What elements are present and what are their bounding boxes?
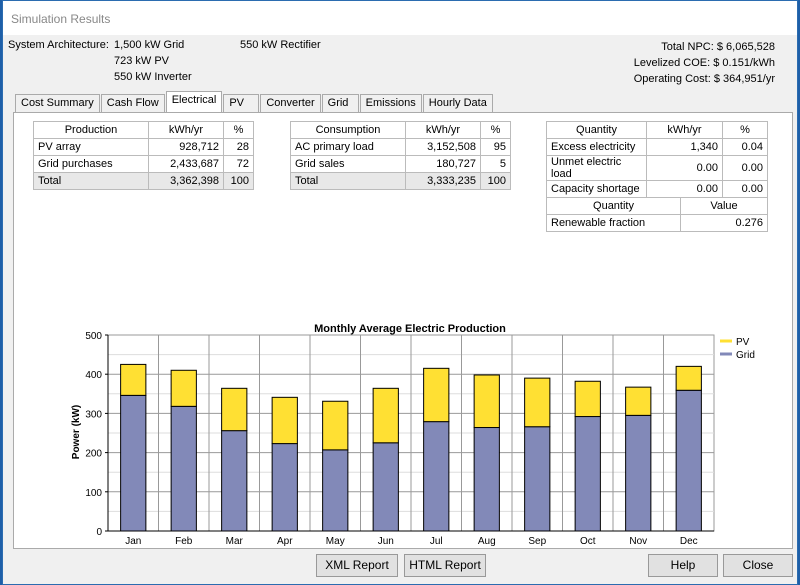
bar-pv-oct <box>574 380 601 418</box>
value: $ 0.151/kWh <box>713 57 775 69</box>
title-bar: Simulation Results <box>3 1 797 35</box>
tab-pv[interactable]: PV <box>223 94 260 112</box>
bar-pv-jan <box>120 363 147 396</box>
y-tick-label: 300 <box>85 409 102 420</box>
bar-grid-sep <box>524 426 551 532</box>
bar-grid-oct <box>574 416 601 532</box>
arch-pv: 723 kW PV <box>114 55 170 67</box>
legend-label-grid: Grid <box>736 350 755 361</box>
label: Total NPC: <box>661 41 714 53</box>
value: $ 6,065,528 <box>716 41 775 53</box>
x-tick-label: Nov <box>629 536 647 547</box>
tab-cost-summary[interactable]: Cost Summary <box>15 94 100 112</box>
bar-pv-may <box>322 400 349 451</box>
tab-cash-flow[interactable]: Cash Flow <box>100 94 165 112</box>
bar-grid-jan <box>120 394 147 532</box>
arch-inverter: 550 kW Inverter <box>114 71 192 83</box>
x-tick-label: Jun <box>378 536 394 547</box>
y-tick-label: 0 <box>96 527 102 538</box>
y-tick-label: 400 <box>85 370 102 381</box>
levelized-coe: Levelized COE: $ 0.151/kWh <box>634 55 775 71</box>
tab-bar: Cost Summary Cash Flow Electrical PV Con… <box>15 91 494 112</box>
bar-grid-jun <box>372 442 399 532</box>
total-npc: Total NPC: $ 6,065,528 <box>634 39 775 55</box>
html-report-button[interactable]: HTML Report <box>404 554 486 577</box>
x-tick-label: Feb <box>175 536 193 547</box>
monthly-production-chart: Monthly Average Electric Production Powe… <box>71 323 755 547</box>
y-axis-label: Power (kW) <box>71 405 82 459</box>
y-tick-label: 100 <box>85 488 102 499</box>
simulation-results-window: Simulation Results System Architecture: … <box>2 0 798 585</box>
x-tick-label: Jul <box>430 536 443 547</box>
label: Levelized COE: <box>633 57 711 69</box>
bar-grid-may <box>322 449 349 532</box>
arch-grid: 1,500 kW Grid <box>114 39 185 51</box>
x-tick-label: Jan <box>125 536 141 547</box>
bar-grid-feb <box>170 405 197 532</box>
arch-rectifier: 550 kW Rectifier <box>240 39 321 51</box>
value: $ 364,951/yr <box>713 73 775 85</box>
architecture-label: System Architecture: <box>8 39 109 51</box>
bar-pv-feb <box>170 369 197 407</box>
x-tick-label: Mar <box>226 536 244 547</box>
tab-emissions[interactable]: Emissions <box>359 94 422 112</box>
bar-grid-aug <box>473 427 500 532</box>
electrical-panel: Production kWh/yr% PV array 928,712 28 Grid… <box>13 112 793 549</box>
bar-pv-apr <box>271 396 298 445</box>
tab-grid[interactable]: Grid <box>321 94 359 112</box>
chart-title: Monthly Average Electric Production <box>314 323 506 335</box>
bar-pv-mar <box>221 387 248 432</box>
x-tick-label: Apr <box>277 536 293 547</box>
cost-summary: Total NPC: $ 6,065,528 Levelized COE: $ … <box>634 39 775 87</box>
y-tick-label: 200 <box>85 449 102 460</box>
xml-report-button[interactable]: XML Report <box>316 554 398 577</box>
x-tick-label: May <box>326 536 345 547</box>
operating-cost: Operating Cost: $ 364,951/yr <box>634 71 775 87</box>
bar-pv-dec <box>675 365 702 391</box>
tab-hourly-data[interactable]: Hourly Data <box>422 94 493 112</box>
y-tick-label: 500 <box>85 331 102 342</box>
tab-converter[interactable]: Converter <box>260 94 321 112</box>
x-tick-label: Oct <box>580 536 596 547</box>
bar-grid-nov <box>625 414 652 532</box>
help-button[interactable]: Help <box>648 554 718 577</box>
bar-pv-aug <box>473 374 500 429</box>
x-tick-label: Dec <box>680 536 698 547</box>
bar-pv-sep <box>524 377 551 428</box>
tab-electrical[interactable]: Electrical <box>165 91 223 112</box>
legend-label-pv: PV <box>736 337 750 348</box>
bar-grid-dec <box>675 389 702 532</box>
label: Operating Cost: <box>633 73 711 85</box>
close-button[interactable]: Close <box>723 554 793 577</box>
x-tick-label: Sep <box>528 536 546 547</box>
bar-pv-jul <box>423 367 450 423</box>
bar-pv-nov <box>625 386 652 416</box>
bar-pv-jun <box>372 387 399 444</box>
bar-grid-mar <box>221 430 248 532</box>
bar-grid-jul <box>423 421 450 532</box>
bar-grid-apr <box>271 443 298 532</box>
x-tick-label: Aug <box>478 536 496 547</box>
